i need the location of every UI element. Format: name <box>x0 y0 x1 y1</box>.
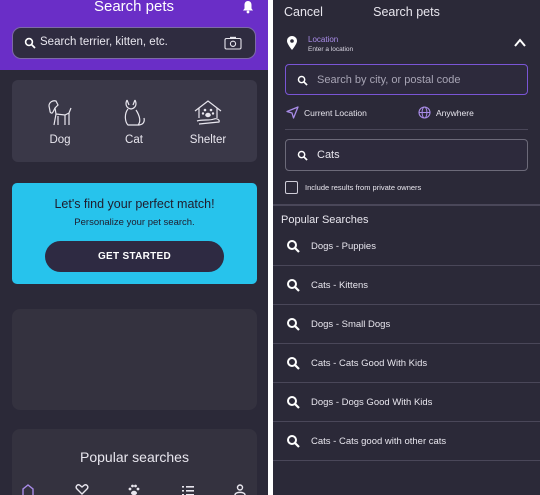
pet-search-field[interactable]: Cats <box>285 139 528 171</box>
list-item[interactable]: Cats - Cats Good With Kids <box>273 344 540 383</box>
location-pin-icon <box>287 36 297 50</box>
placeholder-card <box>12 309 257 410</box>
dog-icon <box>48 100 72 126</box>
search-screen: Search pets Cancel Location Enter a loca… <box>273 0 540 495</box>
search-icon <box>287 435 300 448</box>
anywhere-option[interactable]: Anywhere <box>436 108 474 118</box>
list-item-label: Dogs - Dogs Good With Kids <box>311 397 433 408</box>
list-item[interactable]: Cats - Kittens <box>273 266 540 305</box>
paw-icon[interactable] <box>127 484 141 495</box>
list-item-label: Cats - Cats Good With Kids <box>311 358 428 369</box>
page-title: Search pets <box>93 0 175 15</box>
current-location-option[interactable]: Current Location <box>304 108 367 118</box>
search-input[interactable]: Search terrier, kitten, etc. <box>40 36 168 48</box>
list-item[interactable]: Dogs - Small Dogs <box>273 305 540 344</box>
list-item[interactable]: Dogs - Puppies <box>273 227 540 266</box>
private-owners-checkbox[interactable] <box>285 181 298 194</box>
match-subtitle: Personalize your pet search. <box>74 217 195 228</box>
list-item-label: Dogs - Small Dogs <box>311 319 391 330</box>
category-label: Shelter <box>189 134 227 146</box>
pet-search-input[interactable]: Cats <box>317 149 340 161</box>
tab-bar <box>0 484 268 495</box>
divider <box>273 204 540 206</box>
search-icon <box>287 279 300 292</box>
search-icon <box>287 240 300 253</box>
bell-icon[interactable] <box>241 0 255 14</box>
camera-icon[interactable] <box>224 36 242 50</box>
home-screen: Search pets Search terrier, kitten, etc. <box>0 0 268 495</box>
home-icon[interactable] <box>21 484 35 495</box>
category-dog[interactable]: Dog <box>30 96 90 146</box>
category-label: Cat <box>125 134 143 146</box>
header: Search pets Search terrier, kitten, etc. <box>0 0 268 70</box>
category-label: Dog <box>49 134 71 146</box>
category-shelter[interactable]: Shelter <box>178 96 238 146</box>
search-icon <box>297 150 308 161</box>
search-icon <box>287 318 300 331</box>
city-search-field[interactable]: Search by city, or postal code <box>285 64 528 95</box>
heart-icon[interactable] <box>75 484 89 495</box>
category-card: Dog Cat Shelter <box>12 80 257 162</box>
category-cat[interactable]: Cat <box>104 96 164 146</box>
popular-searches-heading: Popular Searches <box>281 214 369 226</box>
list-item[interactable]: Cats - Cats good with other cats <box>273 422 540 461</box>
list-item-label: Cats - Kittens <box>311 280 369 291</box>
match-title: Let's find your perfect match! <box>54 197 215 211</box>
get-started-button[interactable]: GET STARTED <box>45 241 224 272</box>
list-item-label: Dogs - Puppies <box>311 241 376 252</box>
private-owners-label: Include results from private owners <box>305 183 422 192</box>
globe-icon[interactable] <box>418 106 431 119</box>
search-icon <box>287 396 300 409</box>
match-card: Let's find your perfect match! Personali… <box>12 183 257 284</box>
city-search-input[interactable]: Search by city, or postal code <box>317 74 460 86</box>
location-label: Location <box>308 35 339 44</box>
cat-icon <box>124 99 145 126</box>
list-icon[interactable] <box>181 484 195 495</box>
shelter-icon <box>194 100 222 125</box>
cancel-button[interactable]: Cancel <box>284 5 323 19</box>
search-bar[interactable]: Search terrier, kitten, etc. <box>12 27 256 59</box>
divider <box>285 129 528 130</box>
search-icon <box>287 357 300 370</box>
person-icon[interactable] <box>233 484 247 495</box>
chevron-up-icon[interactable] <box>514 38 526 47</box>
list-item[interactable]: Dogs - Dogs Good With Kids <box>273 383 540 422</box>
navigation-arrow-icon[interactable] <box>286 106 299 119</box>
list-item-label: Cats - Cats good with other cats <box>311 436 447 447</box>
popular-title: Popular searches <box>80 449 189 465</box>
search-icon <box>297 75 308 86</box>
search-icon <box>24 37 36 49</box>
location-hint: Enter a location <box>308 46 354 53</box>
